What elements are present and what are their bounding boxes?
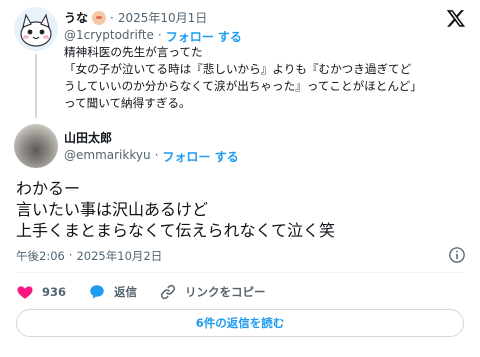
reply-icon [90, 285, 104, 299]
tweet-date: 2025年10月2日 [76, 249, 163, 263]
tweet-text-line: 言いたい事は沢山あるけど [16, 200, 209, 219]
avatar[interactable] [14, 124, 58, 168]
quoted-handle[interactable]: @1cryptodrifte [64, 28, 154, 45]
tweet-embed-card: うな · 2025年10月1日 @1cryptodrifte · フォロー する… [0, 0, 480, 357]
avatar-image [14, 7, 58, 51]
like-count: 936 [42, 285, 67, 299]
action-bar: 936 返信 リンクをコピー [16, 282, 288, 302]
heart-icon [17, 286, 33, 299]
author-handle[interactable]: @emmarikkyu [64, 148, 151, 165]
baby-emoji-icon [92, 10, 107, 25]
like-button[interactable]: 936 [16, 283, 66, 301]
avatar[interactable] [14, 7, 58, 51]
tweet-time: 午後2:06 [16, 249, 65, 263]
link-icon [160, 284, 176, 300]
author-name[interactable]: 山田太郎 [64, 129, 112, 146]
quoted-subheader: @1cryptodrifte · フォロー する [64, 28, 242, 45]
divider [16, 272, 464, 273]
quoted-text-line: うしていいのか分からなくて涙が出ちゃった』ってことがほとんど」 [64, 79, 422, 93]
tweet-text-line: わかるー [16, 179, 81, 198]
quoted-author-name[interactable]: うな [64, 9, 88, 26]
copy-link-button[interactable]: リンクをコピー [159, 283, 266, 301]
copy-link-label: リンクをコピー [185, 285, 266, 299]
separator-dot: · [157, 28, 162, 42]
quoted-date[interactable]: 2025年10月1日 [118, 9, 207, 26]
tweet-timestamp[interactable]: 午後2:06 · 2025年10月2日 [16, 248, 162, 264]
separator-dot: · [68, 248, 73, 262]
quoted-text-line: 精神科医の先生が言ってた [64, 45, 203, 59]
quoted-text: 精神科医の先生が言ってた 「女の子が泣いてる時は『悲しいから』よりも『むかつき過… [64, 44, 464, 112]
follow-button[interactable]: フォロー する [162, 148, 238, 165]
quoted-header: うな · 2025年10月1日 [64, 9, 207, 26]
quoted-text-line: って聞いて納得すぎる。 [64, 96, 191, 110]
follow-button[interactable]: フォロー する [166, 28, 242, 45]
thread-connector [35, 54, 37, 118]
reply-label: 返信 [114, 285, 138, 299]
reply-button[interactable]: 返信 [88, 283, 137, 301]
tweet-text: わかるー 言いたい事は沢山あるけど 上手くまとまらなくて伝えられなくて泣く笑 [16, 178, 335, 241]
info-icon[interactable] [448, 246, 466, 264]
x-logo-icon[interactable] [446, 8, 466, 28]
separator-dot: · [154, 148, 159, 162]
read-replies-button[interactable]: 6件の返信を読む [16, 309, 464, 337]
quoted-text-line: 「女の子が泣いてる時は『悲しいから』よりも『むかつき過ぎてど [64, 62, 412, 76]
separator-dot: · [110, 10, 114, 25]
tweet-text-line: 上手くまとまらなくて伝えられなくて泣く笑 [16, 221, 336, 240]
author-subheader: @emmarikkyu · フォロー する [64, 148, 239, 165]
